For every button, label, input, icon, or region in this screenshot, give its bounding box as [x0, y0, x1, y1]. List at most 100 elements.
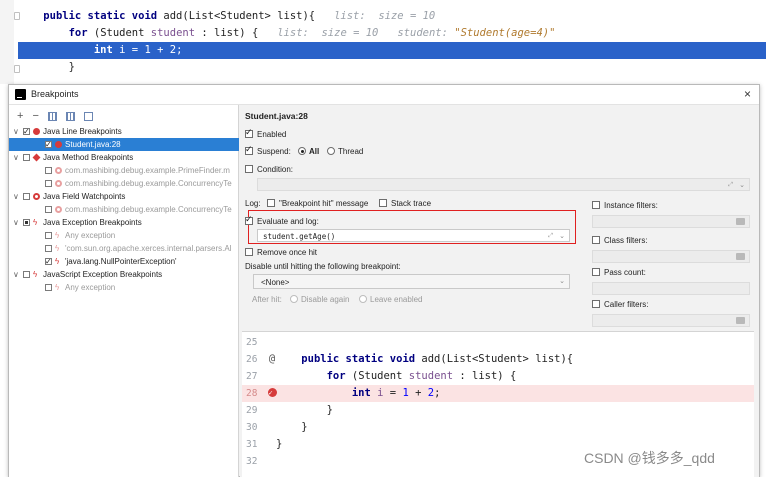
- tree-item[interactable]: com.mashibing.debug.example.ConcurrencyT…: [9, 203, 239, 216]
- add-breakpoint-button[interactable]: +: [17, 110, 23, 122]
- class-filters-input[interactable]: [592, 250, 750, 263]
- tree-group[interactable]: ∨ Java Field Watchpoints: [9, 190, 239, 203]
- preview-line: 26 @ public static void add(List<Student>…: [242, 351, 754, 368]
- instance-filters-checkbox[interactable]: [592, 201, 600, 209]
- chevron-down-icon[interactable]: ⌄: [559, 230, 565, 243]
- group-by-package-icon[interactable]: [47, 111, 57, 121]
- tree-item[interactable]: ϟ 'java.lang.NullPointerException': [9, 255, 239, 268]
- tree-item[interactable]: com.mashibing.debug.example.ConcurrencyT…: [9, 177, 239, 190]
- tree-checkbox[interactable]: [23, 271, 30, 278]
- disable-again-label: Disable again: [301, 295, 350, 304]
- watermark: CSDN @钱多多_qdd: [584, 450, 715, 466]
- editor-line[interactable]: for (Student student : list) { list: siz…: [18, 25, 766, 42]
- group-by-class-icon[interactable]: [83, 111, 93, 121]
- remove-once-hit-label: Remove once hit: [257, 248, 318, 257]
- condition-checkbox[interactable]: [245, 165, 253, 173]
- tree-checkbox[interactable]: [23, 125, 30, 138]
- editor-line[interactable]: }: [18, 59, 766, 76]
- editor-gutter: [0, 0, 14, 84]
- stack-trace-checkbox[interactable]: [379, 199, 387, 207]
- group-by-file-icon[interactable]: [65, 111, 75, 121]
- chevron-down-icon[interactable]: ⌄: [739, 179, 745, 192]
- tree-checkbox[interactable]: [23, 219, 30, 226]
- chevron-down-icon[interactable]: ∨: [13, 216, 19, 229]
- tree-label: 'java.lang.NullPointerException': [65, 257, 177, 266]
- expand-icon[interactable]: ⤢: [728, 179, 733, 192]
- tree-label: Java Method Breakpoints: [43, 153, 134, 162]
- tree-checkbox[interactable]: [23, 193, 30, 200]
- exception-breakpoint-icon: ϟ: [33, 218, 38, 227]
- chevron-down-icon[interactable]: ∨: [13, 151, 19, 164]
- preview-line: 27 for (Student student : list) {: [246, 370, 517, 382]
- tree-item[interactable]: ϟ Any exception: [9, 229, 239, 242]
- tree-item[interactable]: ϟ 'com.sun.org.apache.xerces.internal.par…: [9, 242, 239, 255]
- class-filters-label: Class filters:: [604, 236, 648, 245]
- evaluate-log-checkbox[interactable]: [245, 214, 253, 225]
- pass-count-checkbox[interactable]: [592, 268, 600, 276]
- evaluate-expression-input[interactable]: student.getAge() ⤢ ⌄: [257, 229, 570, 242]
- tree-checkbox[interactable]: [45, 245, 52, 252]
- suspend-checkbox[interactable]: [245, 144, 253, 155]
- tree-label: Any exception: [65, 283, 116, 292]
- close-button[interactable]: ×: [744, 87, 751, 101]
- folder-icon[interactable]: [736, 317, 745, 324]
- enabled-checkbox[interactable]: [245, 127, 253, 138]
- breakpoint-tree: ∨ Java Line Breakpoints Student.java:28 ∨ Ja…: [9, 125, 239, 294]
- caller-filters-checkbox[interactable]: [592, 300, 600, 308]
- tree-checkbox[interactable]: [45, 206, 52, 213]
- tree-item[interactable]: com.mashibing.debug.example.PrimeFinder.…: [9, 164, 239, 177]
- preview-line: 25: [246, 337, 258, 348]
- folder-icon[interactable]: [736, 218, 745, 225]
- background-editor: public static void add(List<Student> lis…: [0, 0, 766, 84]
- editor-current-line[interactable]: int i = 1 + 2;: [18, 42, 766, 59]
- preview-line: 29 }: [246, 404, 333, 416]
- pass-count-input[interactable]: [592, 282, 750, 295]
- tree-checkbox[interactable]: [45, 180, 52, 187]
- tree-toolbar: + −: [17, 109, 93, 123]
- dialog-titlebar[interactable]: Breakpoints ×: [9, 85, 759, 105]
- tree-label: 'com.sun.org.apache.xerces.internal.pars…: [65, 244, 232, 253]
- chevron-down-icon[interactable]: ∨: [13, 125, 19, 138]
- leave-enabled-radio[interactable]: [359, 295, 367, 303]
- breakpoint-tree-panel: + − ∨ Java Line Breakpoints Student.java:2…: [9, 105, 239, 477]
- tree-label: Student.java:28: [65, 140, 121, 149]
- tree-group[interactable]: ∨ Java Line Breakpoints: [9, 125, 239, 138]
- chevron-down-icon[interactable]: ⌄: [559, 275, 565, 288]
- watchpoint-icon: [33, 193, 40, 200]
- tree-checkbox[interactable]: [45, 232, 52, 239]
- chevron-down-icon[interactable]: ∨: [13, 268, 19, 281]
- tree-checkbox[interactable]: [45, 167, 52, 174]
- tree-group[interactable]: ∨ ϟ JavaScript Exception Breakpoints: [9, 268, 239, 281]
- tree-checkbox[interactable]: [23, 154, 30, 161]
- tree-checkbox[interactable]: [45, 138, 52, 151]
- inline-hint: list: size = 10: [334, 10, 436, 22]
- suspend-thread-radio[interactable]: [327, 147, 335, 155]
- condition-input[interactable]: ⤢ ⌄: [257, 178, 750, 191]
- caller-filters-input[interactable]: [592, 314, 750, 327]
- leave-enabled-label: Leave enabled: [370, 295, 423, 304]
- tree-label: Java Exception Breakpoints: [43, 218, 142, 227]
- folder-icon[interactable]: [736, 253, 745, 260]
- suspend-all-radio[interactable]: [298, 147, 306, 155]
- tree-label: com.mashibing.debug.example.ConcurrencyT…: [65, 179, 232, 188]
- remove-breakpoint-button[interactable]: −: [32, 110, 38, 122]
- disable-again-radio[interactable]: [290, 295, 298, 303]
- tree-item[interactable]: Student.java:28: [9, 138, 239, 151]
- log-message-checkbox[interactable]: [267, 199, 275, 207]
- chevron-down-icon[interactable]: ∨: [13, 190, 19, 203]
- remove-once-hit-checkbox[interactable]: [245, 248, 253, 256]
- class-filters-checkbox[interactable]: [592, 236, 600, 244]
- editor-line[interactable]: public static void add(List<Student> lis…: [18, 8, 766, 25]
- tree-group[interactable]: ∨ ϟ Java Exception Breakpoints: [9, 216, 239, 229]
- exception-breakpoint-icon: ϟ: [55, 283, 60, 292]
- disable-until-select[interactable]: <None> ⌄: [253, 274, 570, 289]
- suspend-all-label: All: [309, 147, 320, 156]
- expand-icon[interactable]: ⤢: [548, 230, 553, 243]
- log-label: Log:: [245, 199, 261, 208]
- evaluate-log-label: Evaluate and log:: [257, 217, 319, 226]
- instance-filters-input[interactable]: [592, 215, 750, 228]
- tree-group[interactable]: ∨ Java Method Breakpoints: [9, 151, 239, 164]
- tree-checkbox[interactable]: [45, 255, 52, 268]
- tree-item[interactable]: ϟ Any exception: [9, 281, 239, 294]
- tree-checkbox[interactable]: [45, 284, 52, 291]
